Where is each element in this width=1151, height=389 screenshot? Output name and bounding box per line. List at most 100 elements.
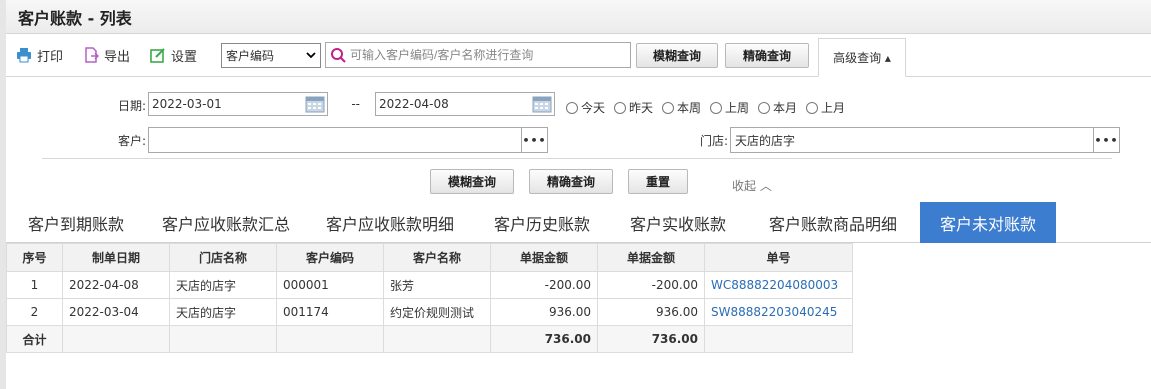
total-amount: 736.00: [597, 325, 705, 353]
settings-label: 设置: [171, 49, 198, 65]
radio-circle: [758, 101, 770, 114]
cell-index: 2: [6, 298, 63, 326]
cell-customer-code: 000001: [276, 271, 384, 299]
range-label: 今天: [581, 101, 606, 115]
collapse-link[interactable]: 收起 ︿: [732, 177, 772, 194]
range-label: 昨天: [629, 101, 654, 115]
panel-fuzzy-query-button[interactable]: 模糊查询: [430, 169, 514, 194]
exact-query-button[interactable]: 精确查询: [725, 42, 810, 68]
col-header[interactable]: 门店名称: [169, 243, 277, 272]
report-tabs: 客户到期账款 客户应收账款汇总 客户应收账款明细 客户历史账款 客户实收账款 客…: [6, 202, 1151, 243]
col-header[interactable]: 客户名称: [383, 243, 491, 272]
tab-received[interactable]: 客户实收账款: [610, 202, 746, 243]
total-empty: [62, 325, 170, 353]
cell-date: 2022-03-04: [62, 298, 170, 326]
tab-receivable-summary[interactable]: 客户应收账款汇总: [146, 202, 306, 243]
radio-circle: [566, 101, 578, 114]
search-field-select-value: 客户编码: [226, 48, 275, 63]
customer-picker-button[interactable]: •••: [521, 128, 547, 152]
col-header[interactable]: 单据金额: [597, 243, 705, 272]
advanced-query-tab[interactable]: 高级查询 ▴: [818, 38, 906, 77]
total-empty: [704, 325, 853, 353]
chevron-down-icon: [306, 52, 316, 59]
date-label: 日期:: [117, 99, 146, 113]
radio-circle: [806, 101, 818, 114]
total-empty: [276, 325, 384, 353]
print-label: 打印: [37, 49, 64, 65]
date-to-value: 2022-04-08: [379, 97, 449, 111]
customer-label: 客户:: [117, 134, 146, 148]
tab-history[interactable]: 客户历史账款: [474, 202, 610, 243]
store-field[interactable]: 天店的店字 •••: [730, 127, 1120, 153]
cell-store: 天店的店字: [169, 271, 277, 299]
tab-unreconciled[interactable]: 客户未对账款: [920, 202, 1056, 243]
fuzzy-query-button[interactable]: 模糊查询: [636, 42, 719, 68]
range-this-week-radio[interactable]: 本周: [662, 99, 701, 116]
cell-date: 2022-04-08: [62, 271, 170, 299]
cell-order-link[interactable]: WC88882204080003: [704, 271, 853, 299]
range-last-month-radio[interactable]: 上月: [806, 99, 845, 116]
store-picker-button[interactable]: •••: [1093, 128, 1119, 152]
store-label: 门店:: [699, 134, 728, 148]
col-header[interactable]: 单据金额: [490, 243, 598, 272]
range-last-week-radio[interactable]: 上周: [710, 99, 749, 116]
page: 客户账款 - 列表 打印 导出 设置 客户编码 模糊查询 精确查询 高级查询 ▴…: [0, 0, 1151, 389]
export-label: 导出: [104, 49, 131, 65]
range-this-month-radio[interactable]: 本月: [758, 99, 797, 116]
cell-amount: -200.00: [490, 271, 598, 299]
cell-customer-name: 约定价规则测试: [383, 298, 491, 326]
cell-store: 天店的店字: [169, 298, 277, 326]
date-from-value: 2022-03-01: [152, 97, 222, 111]
cell-amount: -200.00: [597, 271, 705, 299]
col-header[interactable]: 客户编码: [276, 243, 384, 272]
cell-order-link[interactable]: SW88882203040245: [704, 298, 853, 326]
cell-customer-code: 001174: [276, 298, 384, 326]
range-label: 本月: [773, 101, 798, 115]
divider: [42, 158, 1112, 159]
table-row[interactable]: 1 2022-04-08 天店的店字 000001 张芳 -200.00 -20…: [6, 271, 853, 299]
settings-button[interactable]: 设置: [150, 46, 197, 65]
col-header[interactable]: 制单日期: [62, 243, 170, 272]
tab-goods-detail[interactable]: 客户账款商品明细: [746, 202, 920, 243]
range-yesterday-radio[interactable]: 昨天: [614, 99, 653, 116]
total-empty: [383, 325, 491, 353]
calendar-icon[interactable]: [532, 95, 552, 113]
search-icon: [331, 48, 346, 63]
store-value: 天店的店字: [735, 133, 796, 148]
range-label: 上月: [821, 101, 846, 115]
search-input[interactable]: [350, 48, 621, 62]
tab-receivable-detail[interactable]: 客户应收账款明细: [306, 202, 474, 243]
range-today-radio[interactable]: 今天: [566, 99, 605, 116]
page-title: 客户账款 - 列表: [18, 8, 132, 28]
cell-amount: 936.00: [490, 298, 598, 326]
col-header[interactable]: 单号: [704, 243, 853, 272]
cell-customer-name: 张芳: [383, 271, 491, 299]
table-header-row: 序号 制单日期 门店名称 客户编码 客户名称 单据金额 单据金额 单号: [6, 243, 853, 272]
total-amount: 736.00: [490, 325, 598, 353]
search-box: [325, 42, 632, 68]
toolbar: 打印 导出 设置 客户编码 模糊查询 精确查询 高级查询 ▴: [6, 34, 1151, 77]
export-icon: [85, 47, 100, 63]
cell-index: 1: [6, 271, 63, 299]
print-button[interactable]: 打印: [16, 46, 63, 65]
range-label: 上周: [725, 101, 750, 115]
date-from-field[interactable]: 2022-03-01: [148, 92, 328, 116]
edit-icon: [150, 48, 165, 63]
panel-exact-query-button[interactable]: 精确查询: [529, 169, 613, 194]
total-empty: [169, 325, 277, 353]
date-separator: --: [351, 97, 360, 111]
table-row[interactable]: 2 2022-03-04 天店的店字 001174 约定价规则测试 936.00…: [6, 298, 853, 326]
radio-circle: [662, 101, 674, 114]
col-header[interactable]: 序号: [6, 243, 63, 272]
calendar-icon[interactable]: [305, 95, 325, 113]
printer-icon: [17, 48, 31, 63]
search-field-select[interactable]: 客户编码: [221, 42, 322, 68]
reset-button[interactable]: 重置: [628, 169, 688, 194]
customer-field[interactable]: •••: [148, 127, 548, 153]
date-to-field[interactable]: 2022-04-08: [375, 92, 555, 116]
total-label: 合计: [6, 325, 63, 353]
range-label: 本周: [677, 101, 702, 115]
tab-customer-due[interactable]: 客户到期账款: [6, 202, 146, 243]
export-button[interactable]: 导出: [83, 46, 130, 65]
table-total-row: 合计 736.00 736.00: [6, 325, 853, 353]
